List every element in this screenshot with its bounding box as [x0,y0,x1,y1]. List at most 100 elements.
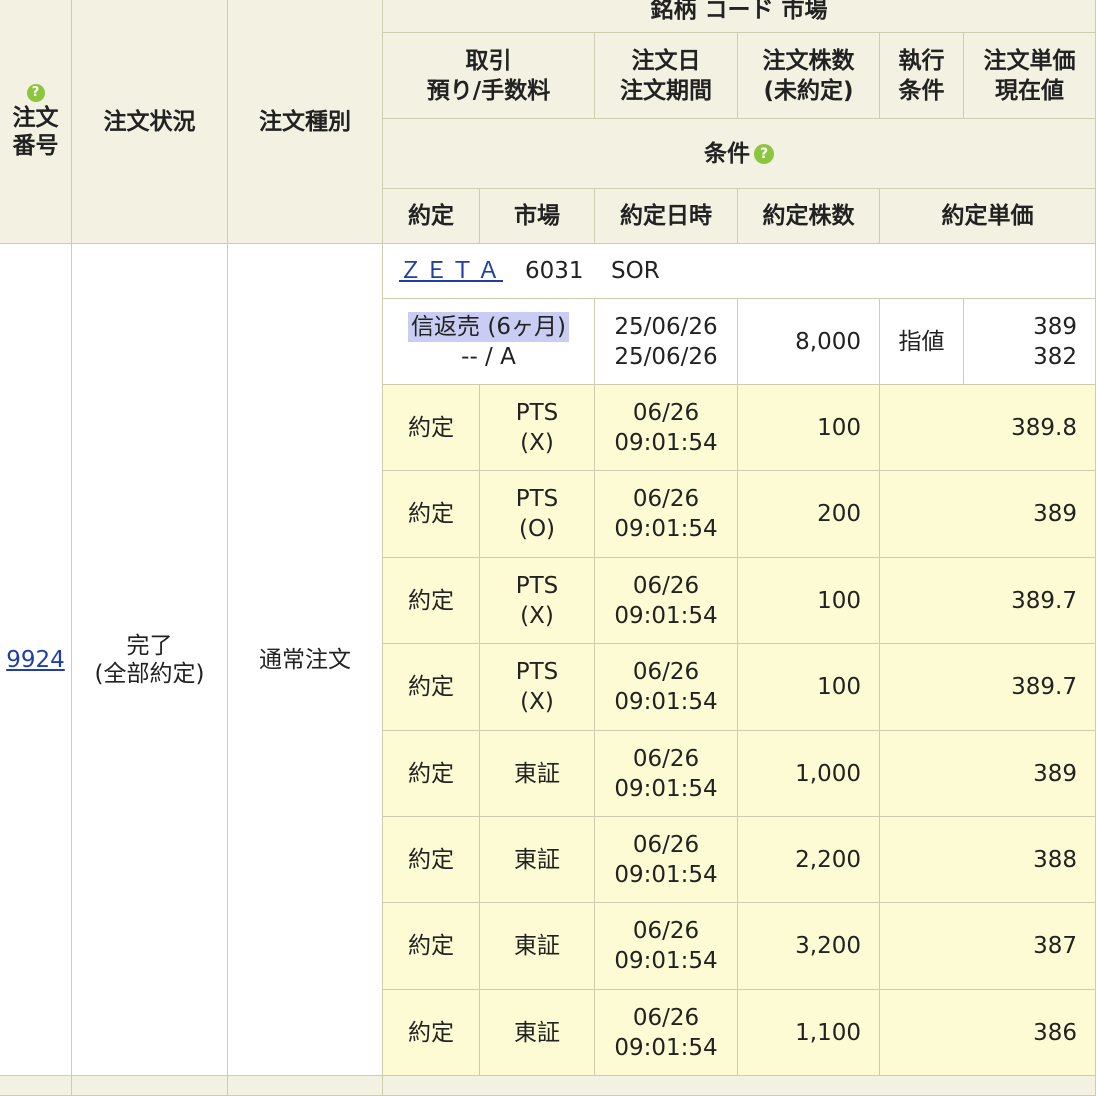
fill-datetime: 06/26 09:01:54 [595,731,738,817]
fill-market-line: PTS [515,659,559,685]
header-fill-price: 約定単価 [880,189,1096,244]
header-shares: 注文株数 (未約定) [738,33,880,119]
header-order-date-line1: 注文日 [631,47,701,74]
header-trade: 取引 預り/手数料 [383,33,595,119]
order-number-cell: 9924 [0,244,72,1076]
stock-name-link[interactable]: ＺＥＴＡ [399,256,503,286]
fill-market: 東証 [480,731,595,817]
fill-market-line: 東証 [514,933,560,959]
fill-market-line: 東証 [514,760,560,787]
fill-market: PTS (O) [480,471,595,558]
fill-time: 09:01:54 [614,861,718,888]
fill-market-line: 東証 [514,846,560,873]
fill-shares: 3,200 [738,903,880,990]
fill-date: 06/26 [632,572,700,599]
fill-price: 389.7 [880,558,1096,644]
next-row-stub [383,1076,1096,1096]
header-exec-cond-line2: 条件 [898,77,945,104]
header-shares-line2: (未約定) [763,77,854,104]
header-order-no-line2: 番号 [12,132,59,159]
header-condition: 条件 ? [383,119,1096,189]
fill-market: PTS (X) [480,644,595,731]
fill-market: PTS (X) [480,558,595,644]
fill-date: 06/26 [632,399,700,426]
fill-date: 06/26 [632,1004,700,1031]
next-row-stub [228,1076,383,1096]
fill-shares: 2,200 [738,817,880,903]
order-number-link[interactable]: 9924 [6,645,65,675]
fill-time: 09:01:54 [614,429,718,456]
fill-time: 09:01:54 [614,1034,718,1061]
fill-shares: 1,000 [738,731,880,817]
header-type: 注文種別 [228,0,383,244]
fill-time: 09:01:54 [614,948,718,974]
order-type-cell: 通常注文 [228,244,383,1076]
header-status: 注文状況 [72,0,228,244]
fill-label: 約定 [383,990,480,1076]
fill-market: 東証 [480,990,595,1076]
fill-label: 約定 [383,903,480,990]
fill-datetime: 06/26 09:01:54 [595,817,738,903]
fill-market: 東証 [480,817,595,903]
next-row-stub [0,1076,72,1096]
fill-datetime: 06/26 09:01:54 [595,471,738,558]
fill-price: 389 [880,471,1096,558]
fill-date: 06/26 [632,831,700,858]
fill-time: 09:01:54 [614,602,718,629]
fill-market-line: (X) [520,429,554,456]
fill-datetime: 06/26 09:01:54 [595,644,738,731]
order-period: 25/06/26 [614,343,718,370]
fill-date: 06/26 [632,486,700,512]
fill-price: 388 [880,817,1096,903]
fill-price: 387 [880,903,1096,990]
fill-label: 約定 [383,471,480,558]
fill-datetime: 06/26 09:01:54 [595,558,738,644]
fill-market-line: PTS [515,572,559,599]
fill-market-line: (O) [518,516,556,542]
order-date-cell: 25/06/26 25/06/26 [595,299,738,385]
order-status-line2: (全部約定) [94,660,205,687]
order-current-price: 382 [1033,343,1077,370]
header-price-line1: 注文単価 [983,47,1076,74]
fill-datetime: 06/26 09:01:54 [595,990,738,1076]
stock-code: 6031 [525,258,584,284]
header-price: 注文単価 現在値 [964,33,1096,119]
order-trade-cell: 信返売 (6ヶ月) -- / A [383,299,595,385]
condition-help-icon[interactable]: ? [754,143,774,164]
fill-market-line: (X) [520,689,554,715]
fill-market-line: 東証 [514,1019,560,1046]
next-row-stub [72,1076,228,1096]
fill-date: 06/26 [632,918,700,944]
fill-shares: 100 [738,644,880,731]
header-fill-datetime: 約定日時 [595,189,738,244]
fill-date: 06/26 [632,659,700,685]
header-exec-cond-line1: 執行 [898,47,945,74]
header-price-line2: 現在値 [995,77,1064,104]
order-status-cell: 完了 (全部約定) [72,244,228,1076]
fill-market-line: PTS [515,486,559,512]
fill-market-line: PTS [515,399,559,426]
fill-shares: 100 [738,558,880,644]
order-trade-type: 信返売 (6ヶ月) [408,311,569,342]
order-fee: -- / A [461,343,516,370]
order-price: 389 [1033,313,1077,340]
header-market: 市場 [480,189,595,244]
header-exec-cond: 執行 条件 [880,33,964,119]
header-order-date-line2: 注文期間 [620,77,712,104]
header-trade-line2: 預り/手数料 [426,77,551,104]
header-fill-shares: 約定株数 [738,189,880,244]
stock-row: ＺＥＴＡ 6031 SOR [383,244,1096,299]
fill-shares: 1,100 [738,990,880,1076]
order-no-help-icon[interactable]: ? [26,83,45,102]
header-condition-label: 条件 [704,140,750,167]
fill-price: 389.8 [880,385,1096,471]
header-shares-line1: 注文株数 [762,47,855,74]
fill-datetime: 06/26 09:01:54 [595,385,738,471]
header-stock-row: 銘柄 コード 市場 [383,0,1096,33]
fill-price: 389 [880,731,1096,817]
order-shares-cell: 8,000 [738,299,880,385]
fill-datetime: 06/26 09:01:54 [595,903,738,990]
order-price-cell: 389 382 [964,299,1096,385]
fill-market: 東証 [480,903,595,990]
stock-market: SOR [611,258,660,284]
